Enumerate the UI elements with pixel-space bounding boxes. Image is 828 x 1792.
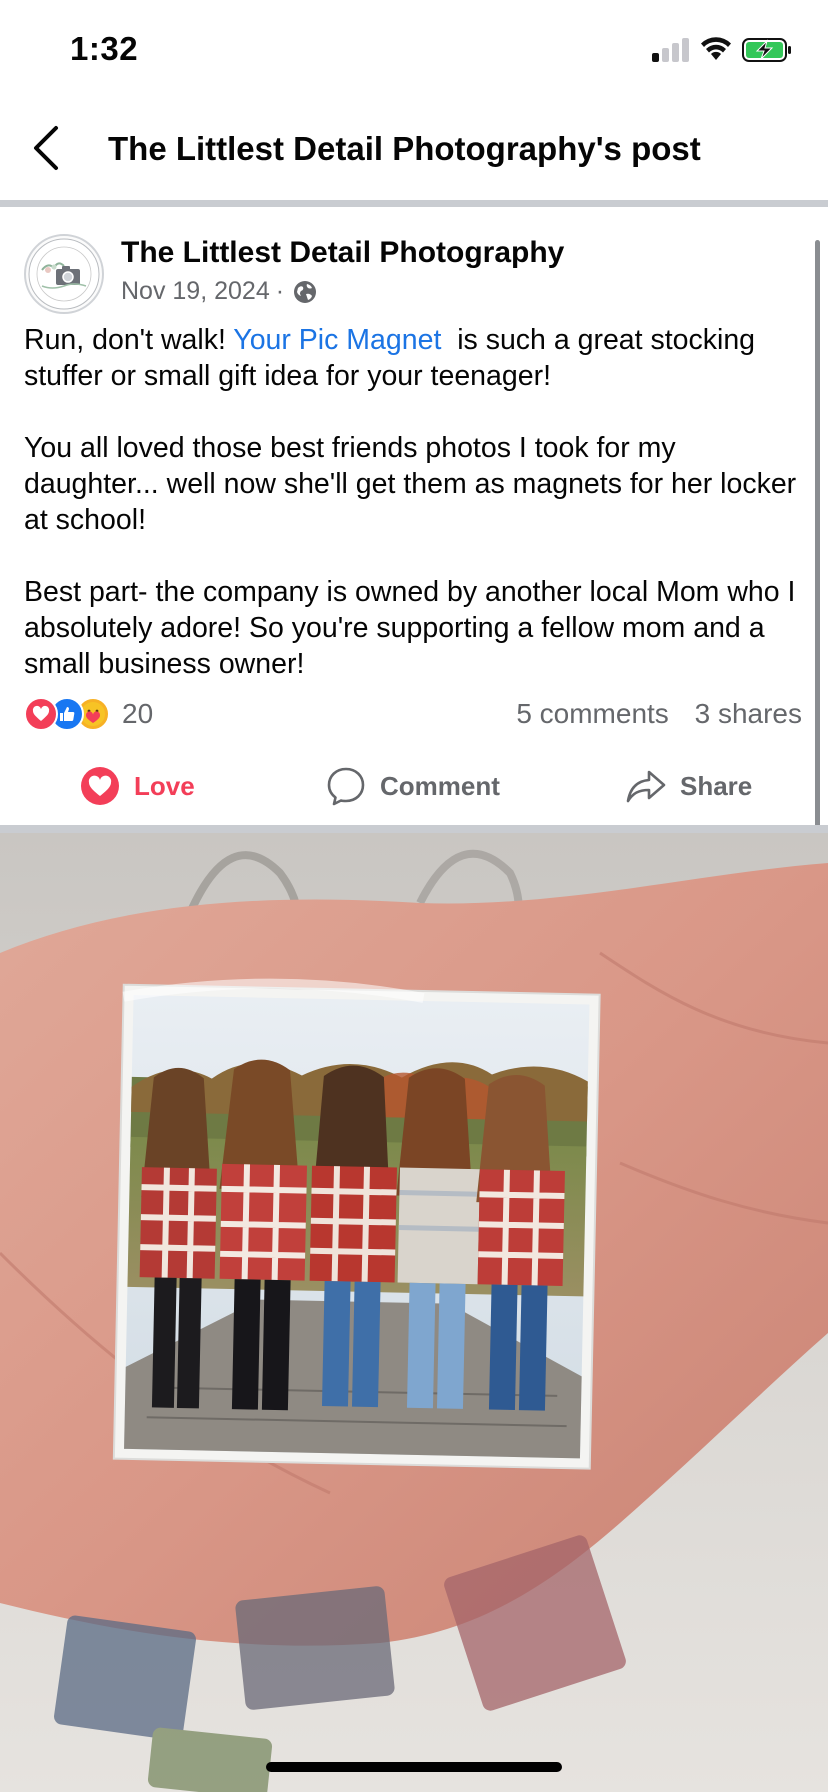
home-indicator[interactable]: [266, 1762, 562, 1772]
shares-count[interactable]: 3 shares: [695, 698, 802, 729]
meta-separator: ·: [275, 277, 285, 305]
comment-bubble-icon: [327, 767, 365, 806]
love-label: Love: [134, 770, 195, 801]
engagement-counts: 5 comments 3 shares: [516, 698, 802, 730]
magnet-in-hand-image: [0, 833, 828, 1792]
author-name[interactable]: The Littlest Detail Photography: [121, 236, 564, 270]
share-arrow-icon: [626, 770, 666, 803]
post-paragraph-2: You all loved those best friends photos …: [24, 432, 797, 536]
header-divider: [0, 200, 828, 207]
comments-count[interactable]: 5 comments: [516, 698, 669, 729]
reaction-count: 20: [122, 698, 154, 729]
love-reaction-icon: [24, 697, 58, 731]
comment-label: Comment: [380, 770, 500, 801]
post-date[interactable]: Nov 19, 2024: [121, 277, 270, 306]
post-text: Run, don't walk! Your Pic Magnet is such…: [24, 322, 814, 682]
battery-charging-icon: [742, 38, 791, 62]
post-paragraph-1: Run, don't walk! Your Pic Magnet is such…: [24, 322, 814, 394]
comment-button[interactable]: Comment: [326, 755, 500, 817]
globe-icon: [294, 280, 317, 303]
photography-logo: [28, 238, 100, 310]
wifi-icon: [701, 37, 731, 60]
share-button[interactable]: Share: [626, 755, 752, 817]
post-paragraph-3: Best part- the company is owned by anoth…: [24, 576, 796, 680]
back-chevron-icon[interactable]: [26, 122, 66, 174]
page-mention-link[interactable]: Your Pic Magnet: [233, 324, 441, 356]
action-bar: Love Comment Share: [0, 755, 828, 817]
cellular-signal-icon: [652, 38, 690, 62]
navigation-header: The Littlest Detail Photography's post: [0, 98, 828, 200]
share-label: Share: [680, 770, 753, 801]
page-title: The Littlest Detail Photography's post: [108, 130, 701, 167]
author-avatar[interactable]: [24, 234, 104, 314]
status-bar: 1:32: [0, 0, 828, 98]
section-divider: [0, 825, 828, 833]
reactions-summary[interactable]: 20: [24, 696, 153, 732]
post-text-part: Run, don't walk!: [24, 324, 234, 356]
love-heart-icon: [81, 767, 119, 805]
post-photo[interactable]: [0, 833, 828, 1792]
post-meta: Nov 19, 2024 ·: [121, 277, 318, 306]
status-time: 1:32: [70, 30, 139, 67]
love-button[interactable]: Love: [80, 755, 195, 817]
